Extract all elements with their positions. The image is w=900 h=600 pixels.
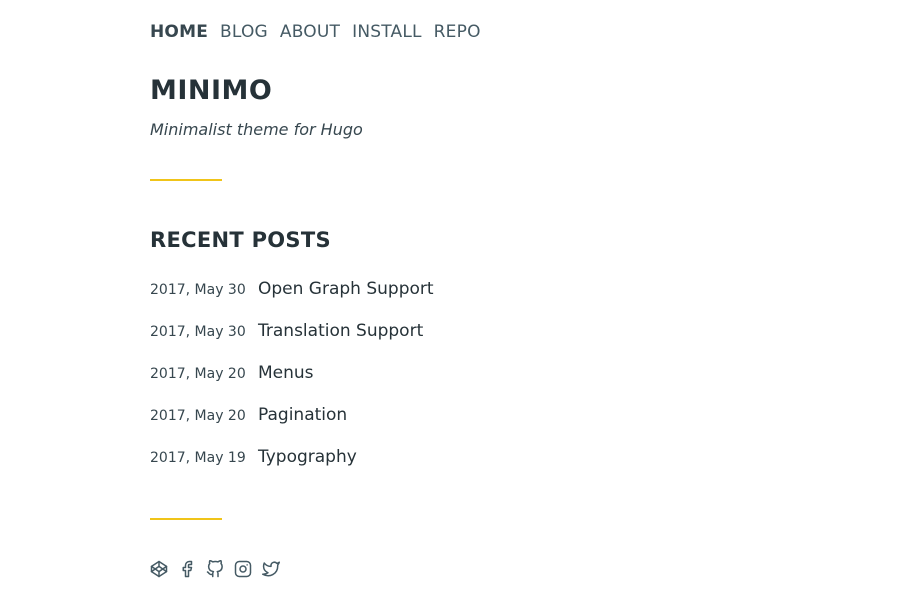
- post-date: 2017, May 30: [150, 324, 246, 340]
- post-date: 2017, May 19: [150, 450, 246, 466]
- social-links: [150, 560, 280, 578]
- divider: [150, 179, 222, 181]
- codepen-icon[interactable]: [150, 560, 168, 578]
- list-item: 2017, May 30 Open Graph Support: [150, 279, 434, 321]
- nav-item-about[interactable]: ABOUT: [280, 20, 340, 44]
- twitter-icon[interactable]: [262, 560, 280, 578]
- post-title-link[interactable]: Pagination: [258, 405, 347, 425]
- nav-item-home[interactable]: HOME: [150, 20, 208, 44]
- site-tagline: Minimalist theme for Hugo: [150, 120, 363, 139]
- recent-posts-list: 2017, May 30 Open Graph Support 2017, Ma…: [150, 279, 434, 489]
- main-nav: HOME BLOG ABOUT INSTALL REPO: [150, 20, 481, 44]
- post-date: 2017, May 20: [150, 366, 246, 382]
- post-title-link[interactable]: Typography: [258, 447, 357, 467]
- divider: [150, 518, 222, 520]
- post-title-link[interactable]: Open Graph Support: [258, 279, 434, 299]
- page: HOME BLOG ABOUT INSTALL REPO MINIMO Mini…: [0, 0, 900, 600]
- list-item: 2017, May 30 Translation Support: [150, 321, 434, 363]
- post-date: 2017, May 20: [150, 408, 246, 424]
- nav-item-blog[interactable]: BLOG: [220, 20, 268, 44]
- recent-posts-heading: RECENT POSTS: [150, 228, 331, 252]
- list-item: 2017, May 20 Menus: [150, 363, 434, 405]
- github-icon[interactable]: [206, 560, 224, 578]
- post-title-link[interactable]: Menus: [258, 363, 314, 383]
- post-title-link[interactable]: Translation Support: [258, 321, 423, 341]
- post-date: 2017, May 30: [150, 282, 246, 298]
- nav-item-install[interactable]: INSTALL: [352, 20, 422, 44]
- facebook-icon[interactable]: [178, 560, 196, 578]
- nav-item-repo[interactable]: REPO: [434, 20, 481, 44]
- instagram-icon[interactable]: [234, 560, 252, 578]
- list-item: 2017, May 19 Typography: [150, 447, 434, 489]
- site-title[interactable]: MINIMO: [150, 72, 272, 110]
- list-item: 2017, May 20 Pagination: [150, 405, 434, 447]
